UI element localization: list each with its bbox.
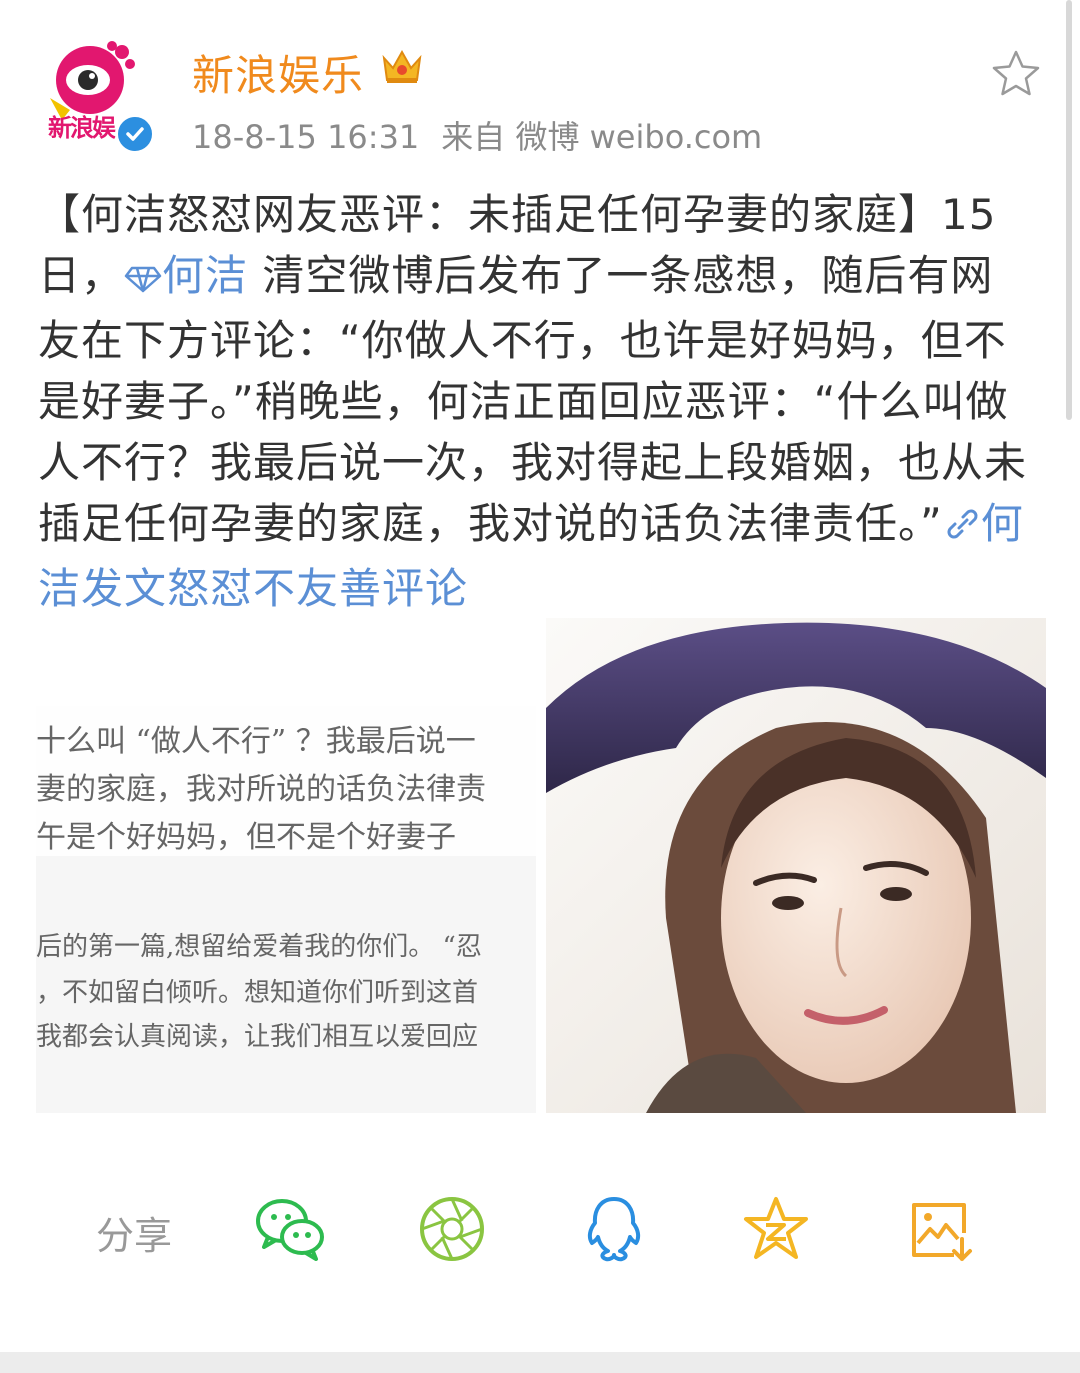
share-label: 分享 <box>96 1214 173 1258</box>
screenshot-line: 午是个好妈妈，但不是个好妻子 <box>36 820 456 855</box>
qzone-icon[interactable] <box>740 1193 812 1265</box>
post-images: 十么叫 “做人不行” ？我最后说一 妻的家庭，我对所说的话负法律责 午是个好妈妈… <box>36 618 1046 1113</box>
post-header: 新浪娱 新浪娱乐 18-8-15 16:31 来自 微博 weibo.com <box>0 0 1080 170</box>
link-icon <box>943 497 981 558</box>
share-bar: 分享 <box>0 1185 1080 1285</box>
save-image-icon[interactable] <box>904 1193 976 1265</box>
crown-icon <box>380 44 424 88</box>
post-source: 来自 微博 weibo.com <box>441 118 763 156</box>
wechat-icon[interactable] <box>254 1193 326 1265</box>
screenshot-line: 妻的家庭，我对所说的话负法律责 <box>36 772 486 807</box>
moments-icon[interactable] <box>416 1193 488 1265</box>
screenshot-line: 我都会认真阅读，让我们相互以爱回应 <box>36 1022 479 1052</box>
post-timestamp: 18-8-15 16:31 <box>192 118 420 156</box>
screenshot-line: ，不如留白倾听。想知道你们听到这首 <box>36 978 479 1008</box>
bottom-divider <box>0 1352 1080 1373</box>
screenshot-top: 十么叫 “做人不行” ？我最后说一 妻的家庭，我对所说的话负法律责 午是个好妈妈… <box>36 706 536 856</box>
account-name[interactable]: 新浪娱乐 <box>192 42 364 103</box>
screenshot-line: 后的第一篇,想留给爱着我的你们。 “忍 <box>36 932 482 962</box>
diamond-icon <box>124 249 162 310</box>
avatar-text: 新浪娱 <box>48 114 116 142</box>
post-text: 【何洁怒怼网友恶评：未插足任何孕妻的家庭】15日， 何洁 清空微博后发布了一条感想… <box>38 184 1028 619</box>
post-meta: 18-8-15 16:31 来自 微博 weibo.com <box>192 112 762 158</box>
verified-icon <box>115 114 155 154</box>
portrait-illustration <box>546 618 1046 1113</box>
comment-screenshot-image[interactable]: 十么叫 “做人不行” ？我最后说一 妻的家庭，我对所说的话负法律责 午是个好妈妈… <box>36 706 536 1113</box>
mention-link[interactable]: 何洁 <box>124 251 248 300</box>
favorite-star-icon[interactable] <box>990 48 1042 100</box>
portrait-photo[interactable] <box>546 618 1046 1113</box>
qq-icon[interactable] <box>578 1193 650 1265</box>
mention-text: 何洁 <box>162 251 249 300</box>
screenshot-line: 十么叫 “做人不行” ？我最后说一 <box>36 724 476 759</box>
screenshot-bottom: 后的第一篇,想留给爱着我的你们。 “忍 ，不如留白倾听。想知道你们听到这首 我都… <box>36 856 536 1113</box>
avatar[interactable]: 新浪娱 <box>40 38 155 154</box>
